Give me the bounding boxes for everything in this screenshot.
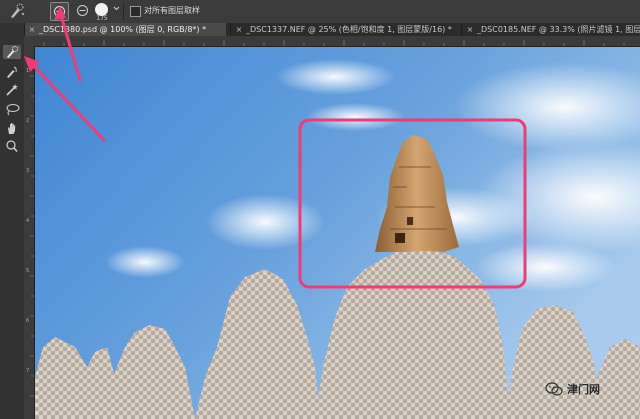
tab-title: _DSC1380.psd @ 100% (图层 0, RGB/8*) * [39,25,207,34]
ruler-label: 5 [26,268,30,274]
tab-title: _DSC1337.NEF @ 25% (色相/饱和度 1, 图层蒙版/16) * [246,25,452,34]
close-icon[interactable]: × [235,23,243,36]
ruler-label: 7 [26,368,30,374]
document-canvas[interactable] [35,47,640,419]
ruler-label: 4 [26,218,30,224]
ruler-label: 2 [26,118,30,124]
close-icon[interactable]: × [28,23,36,36]
lasso-icon[interactable] [3,103,21,117]
chevron-down-icon[interactable] [113,4,120,12]
wechat-icon [545,382,563,396]
ruler-label: 3 [26,168,30,174]
divider [123,3,124,20]
ruler-horizontal [24,36,640,47]
magic-wand-icon[interactable] [3,83,21,97]
photo-image [35,47,640,419]
watermark: 津门网 [545,381,600,397]
tools-panel [0,23,25,419]
ruler-label: 1 [26,68,30,74]
quick-selection-brush-icon[interactable] [8,3,26,19]
subtract-from-selection-icon[interactable] [74,2,91,19]
document-tab-bar: × _DSC1380.psd @ 100% (图层 0, RGB/8*) * × _… [24,23,640,36]
quick-selection-icon[interactable] [3,45,21,59]
zoom-icon[interactable] [3,139,21,153]
watermark-label: 津门网 [567,383,600,396]
close-icon[interactable]: × [466,23,474,36]
hand-icon[interactable] [3,121,21,135]
document-tab[interactable]: ×_DSC0185.NEF @ 33.3% (照片滤镜 1, 图层蒙版/ [461,23,640,36]
ruler-label: 6 [26,318,30,324]
add-to-selection-icon[interactable] [50,2,69,21]
document-tab[interactable]: × _DSC1337.NEF @ 25% (色相/饱和度 1, 图层蒙版/16) … [230,23,457,36]
sample-all-layers-label: 对所有图层取样 [144,6,200,15]
tab-title: _DSC0185.NEF @ 33.3% (照片滤镜 1, 图层蒙版/ [477,25,640,34]
brush-size-value: 175 [96,15,108,22]
refine-brush-icon[interactable] [3,65,21,79]
ruler-vertical: 1 2 3 4 5 6 7 [24,46,35,419]
document-tab[interactable]: × _DSC1380.psd @ 100% (图层 0, RGB/8*) * [24,23,226,36]
sample-all-layers-checkbox[interactable] [130,6,141,17]
options-bar: 175 对所有图层取样 [0,0,640,24]
photoshop-window: 175 对所有图层取样 × _DSC1380.psd @ 100% (图层 0, … [0,0,640,419]
